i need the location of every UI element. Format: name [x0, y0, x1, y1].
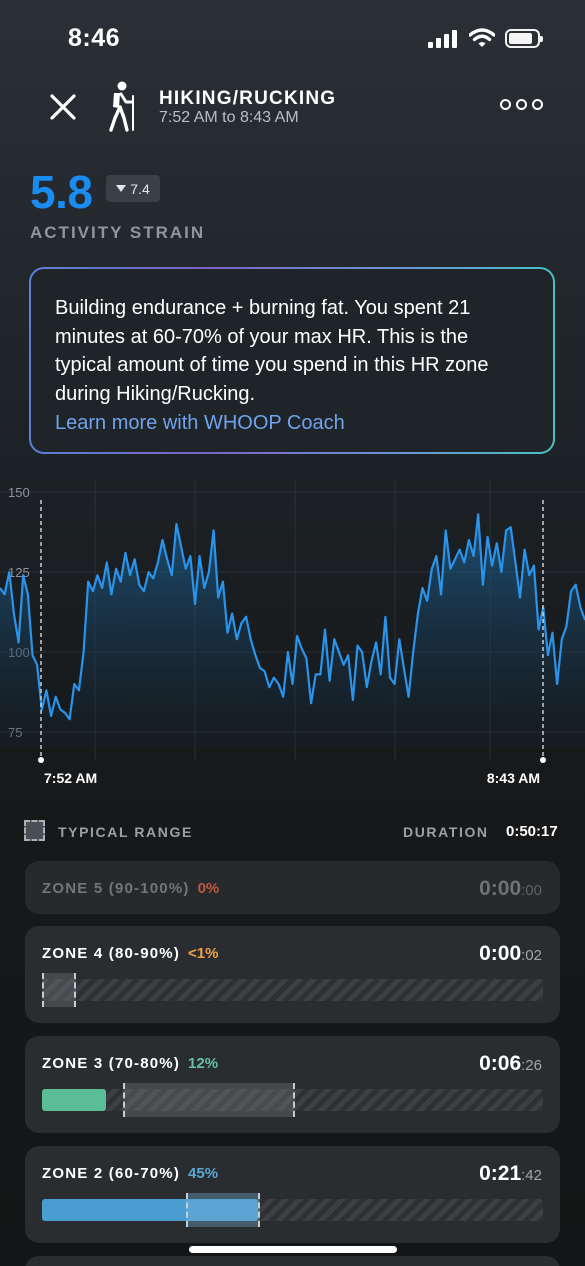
zone-2-duration-main: 0:21	[479, 1162, 522, 1185]
zone-5-duration: 0:00:00	[479, 877, 542, 901]
end-marker-dot	[540, 757, 546, 763]
zone-4-duration: 0:00:02	[479, 942, 542, 966]
zone-2-name: ZONE 2 (60-70%)	[42, 1165, 181, 1182]
zone-2-typical-range	[186, 1193, 260, 1227]
cellular-signal-icon	[428, 30, 460, 48]
zone-2-bar-track	[42, 1193, 543, 1227]
status-time: 8:46	[68, 24, 121, 52]
start-marker-dot	[38, 757, 44, 763]
zone-4-duration-seconds: :02	[521, 947, 542, 964]
y-tick-label: 125	[8, 565, 30, 580]
zone-3-typical-range	[123, 1083, 295, 1117]
zone-3-name: ZONE 3 (70-80%)	[42, 1055, 181, 1072]
duration-label: DURATION	[403, 824, 489, 840]
y-tick-label: 150	[8, 485, 30, 500]
strain-delta-value: 7.4	[130, 180, 150, 197]
zone-4-bar-track	[42, 973, 543, 1007]
zone-3-percent: 12%	[188, 1055, 219, 1072]
wifi-icon	[469, 28, 495, 47]
zone-3-fill-bar	[42, 1089, 106, 1111]
coach-insight-text: Building endurance + burning fat. You sp…	[55, 297, 489, 405]
duration-value: 0:50:17	[506, 823, 558, 840]
start-time-label: 7:52 AM	[44, 770, 97, 786]
zone-3-card[interactable]: ZONE 3 (70-80%) 12% 0:06:26	[25, 1036, 560, 1133]
zone-3-duration-main: 0:06	[479, 1052, 522, 1075]
zone-5-card[interactable]: ZONE 5 (90-100%) 0% 0:00:00	[25, 861, 560, 914]
zone-2-percent: 45%	[188, 1165, 219, 1182]
zone-1-card-partial[interactable]	[25, 1256, 560, 1266]
more-options-icon[interactable]	[500, 99, 544, 113]
zone-2-label: ZONE 2 (60-70%) 45%	[42, 1165, 218, 1182]
status-bar: 8:46	[0, 0, 585, 80]
end-time-label: 8:43 AM	[487, 770, 540, 786]
home-indicator	[189, 1246, 397, 1253]
typical-range-swatch	[24, 820, 45, 841]
down-arrow-icon	[116, 185, 127, 192]
strain-label: ACTIVITY STRAIN	[30, 223, 206, 242]
typical-range-legend: TYPICAL RANGE	[58, 824, 193, 840]
zone-2-duration: 0:21:42	[479, 1162, 542, 1186]
whoop-coach-link[interactable]: Learn more with WHOOP Coach	[55, 409, 529, 438]
close-icon[interactable]	[48, 92, 78, 122]
zone-4-typical-range	[42, 973, 76, 1007]
zone-3-label: ZONE 3 (70-80%) 12%	[42, 1055, 218, 1072]
strain-delta-badge: 7.4	[106, 175, 160, 202]
zone-4-duration-main: 0:00	[479, 942, 522, 965]
zone-4-label: ZONE 4 (80-90%) <1%	[42, 945, 219, 962]
zone-4-percent: <1%	[188, 945, 219, 962]
coach-insight-card: Building endurance + burning fat. You sp…	[29, 267, 555, 454]
heart-rate-chart: 15012510075 7:52 AM 8:43 AM	[0, 480, 585, 786]
zone-4-name: ZONE 4 (80-90%)	[42, 945, 181, 962]
zone-5-name: ZONE 5 (90-100%)	[42, 880, 190, 897]
activity-title: HIKING/RUCKING	[159, 88, 337, 109]
zone-5-percent: 0%	[197, 880, 220, 897]
zone-4-card[interactable]: ZONE 4 (80-90%) <1% 0:00:02	[25, 926, 560, 1023]
zone-5-label: ZONE 5 (90-100%) 0%	[42, 880, 219, 897]
zone-3-bar-track	[42, 1083, 543, 1117]
zone-3-duration-seconds: :26	[521, 1057, 542, 1074]
battery-icon	[505, 29, 543, 48]
zone-3-duration: 0:06:26	[479, 1052, 542, 1076]
strain-value: 5.8	[30, 166, 93, 218]
zone-5-duration-main: 0:00	[479, 877, 522, 900]
activity-time-range: 7:52 AM to 8:43 AM	[159, 109, 299, 126]
zone-2-card[interactable]: ZONE 2 (60-70%) 45% 0:21:42	[25, 1146, 560, 1243]
zone-2-duration-seconds: :42	[521, 1167, 542, 1184]
zone-5-duration-seconds: :00	[521, 882, 542, 899]
hiker-icon	[109, 81, 134, 132]
